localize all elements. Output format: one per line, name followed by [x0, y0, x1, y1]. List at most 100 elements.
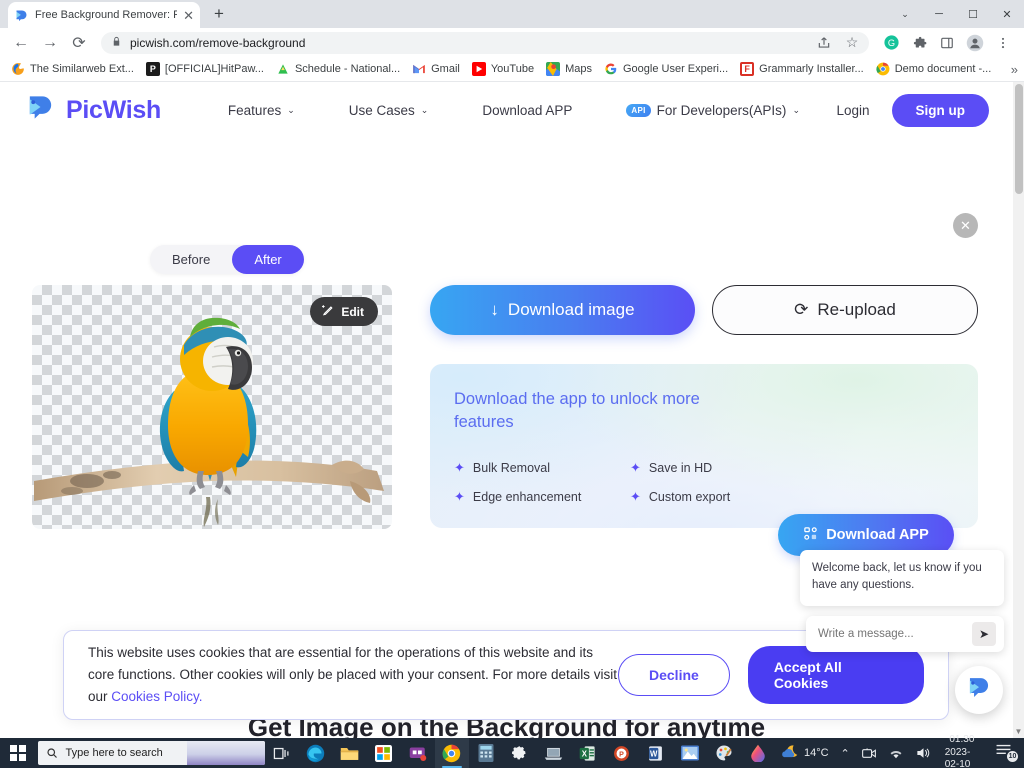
- powerpoint-icon[interactable]: P: [605, 738, 639, 768]
- refresh-icon: ⟳: [794, 300, 808, 320]
- nav-label: Use Cases: [349, 103, 415, 118]
- microsoft-store-icon[interactable]: [367, 738, 401, 768]
- bookmark-label: Demo document -...: [895, 63, 992, 75]
- browser-menu-icon[interactable]: [990, 30, 1016, 56]
- decline-cookies-button[interactable]: Decline: [618, 654, 730, 696]
- reload-button[interactable]: ⟳: [66, 30, 92, 56]
- grammarly-icon[interactable]: G: [878, 30, 904, 56]
- promo-feature-label: Bulk Removal: [473, 461, 550, 475]
- scroll-down-arrow-icon[interactable]: ▼: [1014, 727, 1023, 736]
- calculator-icon[interactable]: [469, 738, 503, 768]
- bookmark-item[interactable]: Gmail: [407, 59, 465, 79]
- bookmark-item[interactable]: YouTube: [467, 59, 539, 79]
- re-upload-button[interactable]: ⟳ Re-upload: [712, 285, 978, 335]
- back-button[interactable]: ←: [8, 30, 34, 56]
- bookmark-star-icon[interactable]: ☆: [839, 30, 865, 56]
- nav-label: For Developers(APIs): [657, 103, 787, 118]
- maximize-button[interactable]: ☐: [956, 0, 990, 28]
- new-tab-button[interactable]: +: [206, 1, 232, 27]
- bookmarks-overflow-icon[interactable]: »: [1011, 62, 1018, 77]
- meet-icon[interactable]: [856, 738, 882, 768]
- settings-icon[interactable]: [503, 738, 537, 768]
- login-link[interactable]: Login: [836, 103, 869, 118]
- photos-icon[interactable]: [673, 738, 707, 768]
- wifi-icon[interactable]: [882, 738, 910, 768]
- page-scrollbar[interactable]: ▼: [1013, 82, 1024, 738]
- toggle-after[interactable]: After: [232, 245, 303, 274]
- file-explorer-icon[interactable]: [333, 738, 367, 768]
- chrome-icon: [876, 62, 890, 76]
- promo-feature-label: Custom export: [649, 490, 730, 504]
- paint-icon[interactable]: [707, 738, 741, 768]
- bookmark-item[interactable]: Schedule - National...: [271, 59, 405, 79]
- chrome-icon[interactable]: [435, 738, 469, 768]
- colordrop-icon[interactable]: [741, 738, 775, 768]
- extensions-icon[interactable]: [906, 30, 932, 56]
- notification-count-badge: 10: [1007, 751, 1018, 762]
- bookmark-label: The Similarweb Ext...: [30, 63, 134, 75]
- toggle-before[interactable]: Before: [150, 245, 232, 274]
- share-icon[interactable]: [811, 30, 837, 56]
- tray-expand-chevron-icon[interactable]: ⌃: [835, 738, 856, 768]
- sparkle-icon: ✦: [630, 489, 641, 505]
- accept-all-cookies-button[interactable]: Accept All Cookies: [748, 646, 924, 704]
- lock-icon: [111, 34, 122, 52]
- excel-icon[interactable]: X: [571, 738, 605, 768]
- nav-item-download-app[interactable]: Download APP: [455, 103, 599, 118]
- address-bar[interactable]: picwish.com/remove-background ☆: [101, 32, 869, 54]
- download-image-button[interactable]: ↓ Download image: [430, 285, 695, 335]
- sparkle-icon: ✦: [630, 460, 641, 476]
- scrollbar-thumb[interactable]: [1015, 84, 1023, 194]
- cookies-policy-link[interactable]: Cookies Policy.: [111, 689, 202, 704]
- profile-icon[interactable]: [962, 30, 988, 56]
- system-tray: 14°C ⌃ 01.30 2023-02-10 10: [775, 738, 1024, 768]
- bookmarks-bar: The Similarweb Ext... P [OFFICIAL]HitPaw…: [0, 57, 1024, 82]
- volume-icon[interactable]: [910, 738, 937, 768]
- result-image-preview[interactable]: Edit: [32, 285, 392, 529]
- taskbar-clock[interactable]: 01.30 2023-02-10: [937, 738, 987, 768]
- tab-close-icon[interactable]: ✕: [183, 9, 194, 22]
- word-icon[interactable]: W: [639, 738, 673, 768]
- chat-input-row[interactable]: ➤: [806, 616, 1004, 652]
- minimize-button[interactable]: ─: [922, 0, 956, 28]
- nav-item-use-cases[interactable]: Use Cases ⌄: [322, 103, 456, 118]
- chevron-down-icon: ⌄: [792, 105, 800, 116]
- promo-feature-label: Save in HD: [649, 461, 712, 475]
- nav-label: Download APP: [482, 103, 572, 118]
- site-logo[interactable]: PicWish: [24, 93, 161, 128]
- chat-message-input[interactable]: [818, 628, 972, 640]
- header-actions: Login Sign up: [836, 94, 989, 127]
- teams-icon[interactable]: [401, 738, 435, 768]
- bookmark-item[interactable]: P [OFFICIAL]HitPaw...: [141, 59, 269, 79]
- picwish-favicon-icon: [14, 8, 29, 23]
- page-viewport: PicWish Features ⌄ Use Cases ⌄ Download …: [0, 82, 1024, 738]
- bookmark-item[interactable]: Maps: [541, 59, 597, 79]
- notification-center-button[interactable]: 10: [987, 743, 1020, 764]
- start-button[interactable]: [0, 738, 36, 768]
- browser-tab[interactable]: Free Background Remover: Remo ✕: [8, 2, 200, 28]
- bookmark-item[interactable]: F Grammarly Installer...: [735, 59, 869, 79]
- taskbar-search-box[interactable]: Type here to search: [38, 741, 265, 765]
- signup-button[interactable]: Sign up: [892, 94, 990, 127]
- bookmark-item[interactable]: Demo document -...: [871, 59, 997, 79]
- window-close-button[interactable]: ✕: [990, 0, 1024, 28]
- send-message-button[interactable]: ➤: [972, 622, 996, 646]
- bookmark-item[interactable]: The Similarweb Ext...: [6, 59, 139, 79]
- task-view-icon[interactable]: [265, 738, 299, 768]
- laptop-icon[interactable]: [537, 738, 571, 768]
- bookmark-item[interactable]: Google User Experi...: [599, 59, 733, 79]
- magic-pen-icon: [321, 303, 335, 320]
- tab-search-chevron-icon[interactable]: ⌄: [888, 0, 922, 28]
- nav-item-for-developers[interactable]: API For Developers(APIs) ⌄: [599, 103, 827, 118]
- nav-item-features[interactable]: Features ⌄: [201, 103, 322, 118]
- promo-feature: ✦ Bulk Removal: [454, 460, 550, 476]
- weather-widget[interactable]: 14°C: [775, 738, 835, 768]
- close-result-icon[interactable]: ✕: [953, 213, 978, 238]
- side-panel-icon[interactable]: [934, 30, 960, 56]
- edit-button[interactable]: Edit: [310, 297, 378, 326]
- bookmark-label: Gmail: [431, 63, 460, 75]
- forward-button[interactable]: →: [37, 30, 63, 56]
- edge-icon[interactable]: [299, 738, 333, 768]
- chat-launcher-button[interactable]: [955, 666, 1003, 714]
- api-badge: API: [626, 104, 650, 117]
